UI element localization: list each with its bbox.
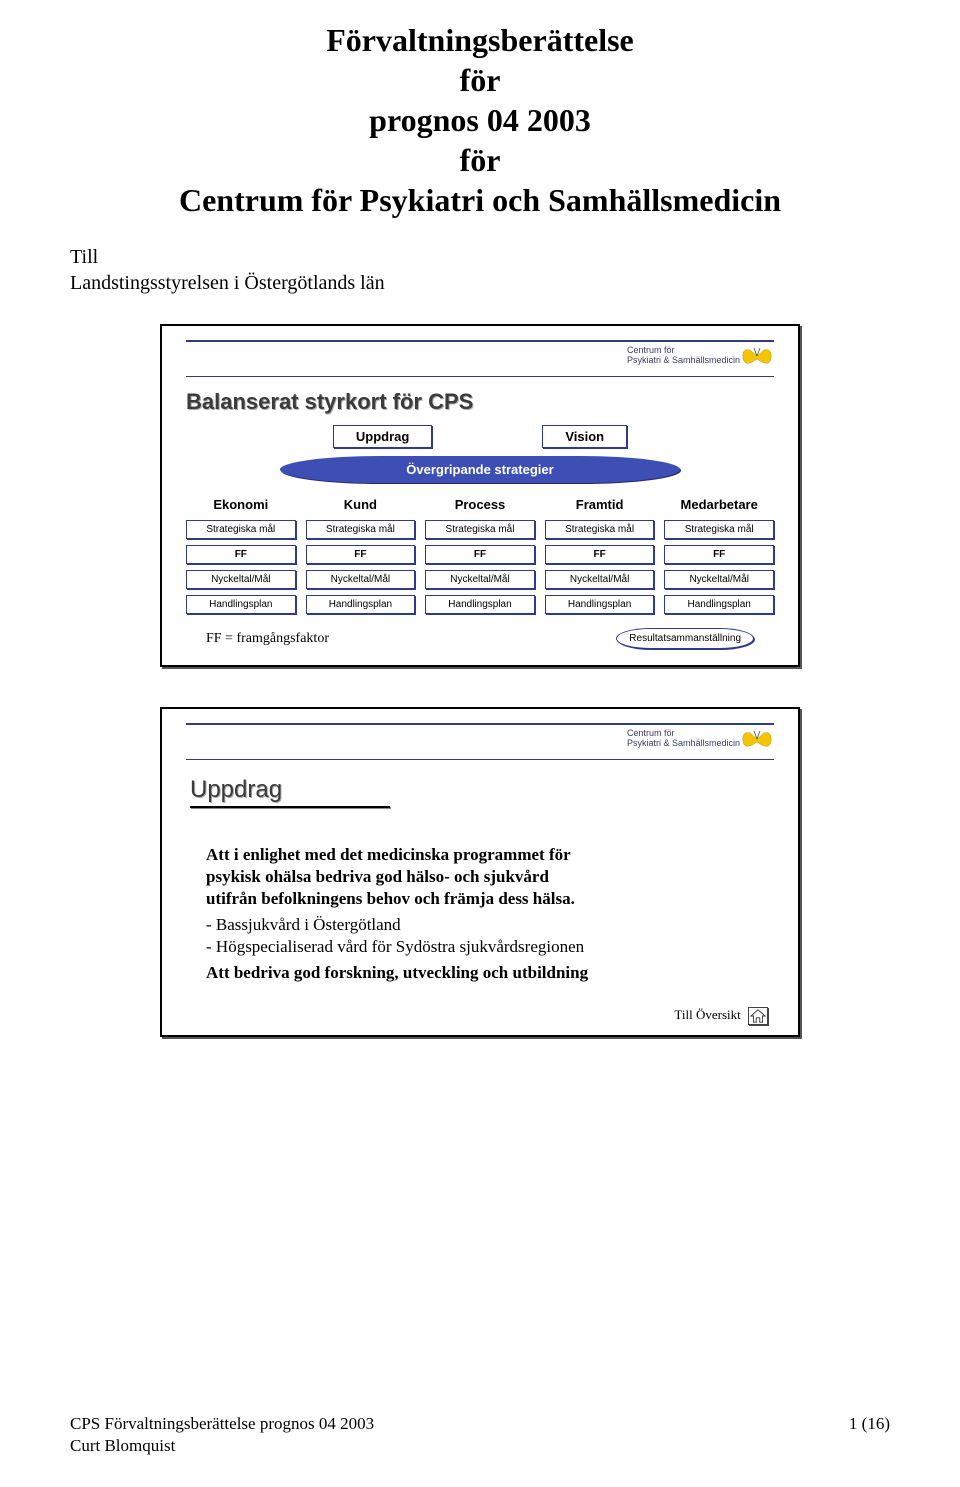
title-line-1: Förvaltningsberättelse (70, 20, 890, 60)
slide1-title: Balanserat styrkort för CPS (186, 389, 774, 415)
cell-handlingsplan: Handlingsplan (545, 595, 655, 614)
title-line-4: för (70, 140, 890, 180)
cell-nyckeltal: Nyckeltal/Mål (664, 570, 774, 589)
cell-strategiska: Strategiska mål (545, 520, 655, 539)
mission-line: psykisk ohälsa bedriva god hälso- och sj… (206, 866, 754, 888)
cell-handlingsplan: Handlingsplan (186, 595, 296, 614)
cell-strategiska: Strategiska mål (186, 520, 296, 539)
till-oversikt-row: Till Översikt (186, 1007, 774, 1025)
cell-strategiska: Strategiska mål (306, 520, 416, 539)
title-line-5: Centrum för Psykiatri och Samhällsmedici… (70, 180, 890, 220)
mission-line: utifrån befolkningens behov och främja d… (206, 888, 754, 910)
footer-doc-title: CPS Förvaltningsberättelse prognos 04 20… (70, 1413, 374, 1435)
butterfly-icon (740, 346, 774, 372)
divider (186, 723, 774, 725)
col-framtid: Framtid (545, 495, 655, 514)
addressee-line-1: Till (70, 244, 890, 270)
scorecard-grid: Ekonomi Kund Process Framtid Medarbetare… (186, 495, 774, 614)
cell-handlingsplan: Handlingsplan (306, 595, 416, 614)
slide2-body: Att i enlighet med det medicinska progra… (186, 834, 774, 989)
col-process: Process (425, 495, 535, 514)
mission-line: Att i enlighet med det medicinska progra… (206, 844, 754, 866)
mission-line-2: Att bedriva god forskning, utveckling oc… (206, 962, 754, 984)
home-icon[interactable] (748, 1007, 768, 1025)
butterfly-icon (740, 729, 774, 755)
footer-author: Curt Blomquist (70, 1435, 374, 1457)
slide-uppdrag: Centrum för Psykiatri & Samhällsmedicin … (160, 707, 800, 1037)
title-underline (190, 806, 390, 808)
chip-vision: Vision (542, 425, 627, 448)
cell-nyckeltal: Nyckeltal/Mål (186, 570, 296, 589)
title-line-2: för (70, 60, 890, 100)
col-medarbetare: Medarbetare (664, 495, 774, 514)
cell-ff: FF (306, 545, 416, 564)
cell-ff: FF (664, 545, 774, 564)
ff-legend: FF = framgångsfaktor (206, 631, 329, 647)
org-name: Centrum för Psykiatri & Samhällsmedicin (627, 729, 740, 749)
col-kund: Kund (306, 495, 416, 514)
cell-handlingsplan: Handlingsplan (425, 595, 535, 614)
divider (186, 376, 774, 377)
addressee-block: Till Landstingsstyrelsen i Östergötlands… (70, 244, 890, 296)
result-pill: Resultatsammanställning (616, 628, 754, 649)
bullet-hogspecialiserad: - Högspecialiserad vård för Sydöstra sju… (206, 936, 754, 958)
bullet-bassjukvard: - Bassjukvård i Östergötland (206, 914, 754, 936)
cell-nyckeltal: Nyckeltal/Mål (306, 570, 416, 589)
col-ekonomi: Ekonomi (186, 495, 296, 514)
page-footer: CPS Förvaltningsberättelse prognos 04 20… (70, 1413, 890, 1457)
cell-nyckeltal: Nyckeltal/Mål (425, 570, 535, 589)
cell-handlingsplan: Handlingsplan (664, 595, 774, 614)
till-oversikt-label: Till Översikt (674, 1007, 740, 1022)
document-title: Förvaltningsberättelse för prognos 04 20… (70, 20, 890, 220)
cell-strategiska: Strategiska mål (664, 520, 774, 539)
pill-strategier: Övergripande strategier (280, 456, 680, 483)
footer-page-number: 1 (16) (849, 1413, 890, 1457)
cell-ff: FF (186, 545, 296, 564)
cell-ff: FF (425, 545, 535, 564)
slide-balanserat-styrkort: Centrum för Psykiatri & Samhällsmedicin … (160, 324, 800, 667)
slide2-title: Uppdrag (190, 776, 774, 804)
cell-strategiska: Strategiska mål (425, 520, 535, 539)
cell-nyckeltal: Nyckeltal/Mål (545, 570, 655, 589)
cell-ff: FF (545, 545, 655, 564)
title-line-3: prognos 04 2003 (70, 100, 890, 140)
divider (186, 759, 774, 760)
org-name: Centrum för Psykiatri & Samhällsmedicin (627, 346, 740, 366)
chip-uppdrag: Uppdrag (333, 425, 432, 448)
divider (186, 340, 774, 342)
addressee-line-2: Landstingsstyrelsen i Östergötlands län (70, 270, 890, 296)
